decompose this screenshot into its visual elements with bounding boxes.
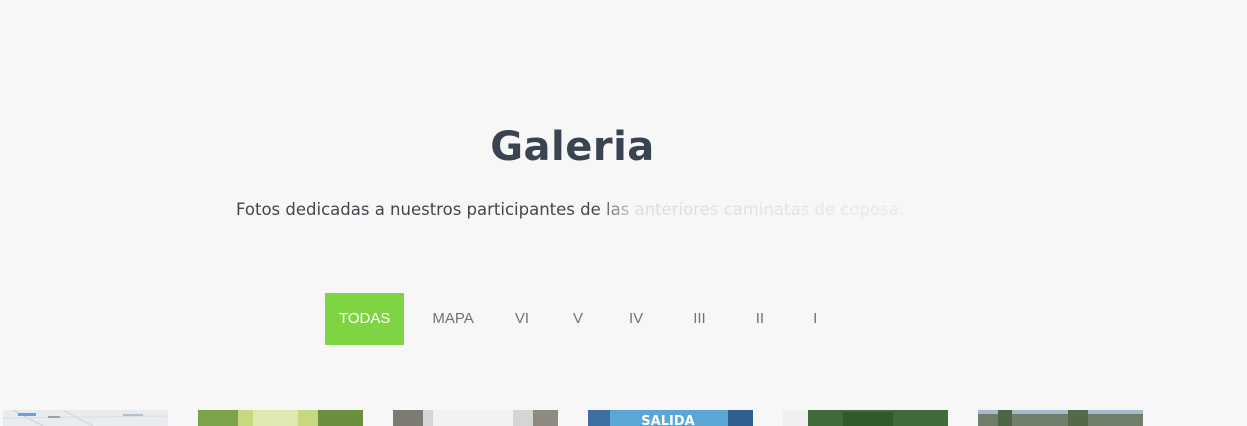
gallery-thumbnail-street[interactable] bbox=[393, 410, 558, 426]
filter-mapa[interactable]: MAPA bbox=[418, 293, 487, 345]
filter-iv[interactable]: IV bbox=[615, 293, 657, 345]
gallery-thumbnail-green[interactable] bbox=[198, 410, 363, 426]
page-title: Galeria bbox=[490, 124, 655, 170]
gallery-section: Galeria Fotos dedicadas a nuestros parti… bbox=[0, 0, 1247, 426]
filter-v[interactable]: V bbox=[559, 293, 597, 345]
filter-todas[interactable]: TODAS bbox=[325, 293, 405, 345]
filter-vi[interactable]: VI bbox=[501, 293, 543, 345]
filter-iii[interactable]: III bbox=[679, 293, 720, 345]
gallery-thumbnail-banner[interactable]: SALIDA bbox=[588, 410, 753, 426]
filter-i[interactable]: I bbox=[799, 293, 831, 345]
page-subtitle: Fotos dedicadas a nuestros participantes… bbox=[236, 200, 904, 219]
gallery-filter-bar: TODAS MAPA VI V IV III II I bbox=[325, 293, 831, 345]
gallery-thumbnail-trees[interactable] bbox=[783, 410, 948, 426]
banner-text: SALIDA bbox=[641, 414, 694, 426]
filter-ii[interactable]: II bbox=[742, 293, 778, 345]
gallery-thumbnail-map[interactable] bbox=[3, 410, 168, 426]
gallery-thumbnail-palms[interactable] bbox=[978, 410, 1143, 426]
gallery-grid: SALIDA bbox=[0, 410, 1247, 426]
